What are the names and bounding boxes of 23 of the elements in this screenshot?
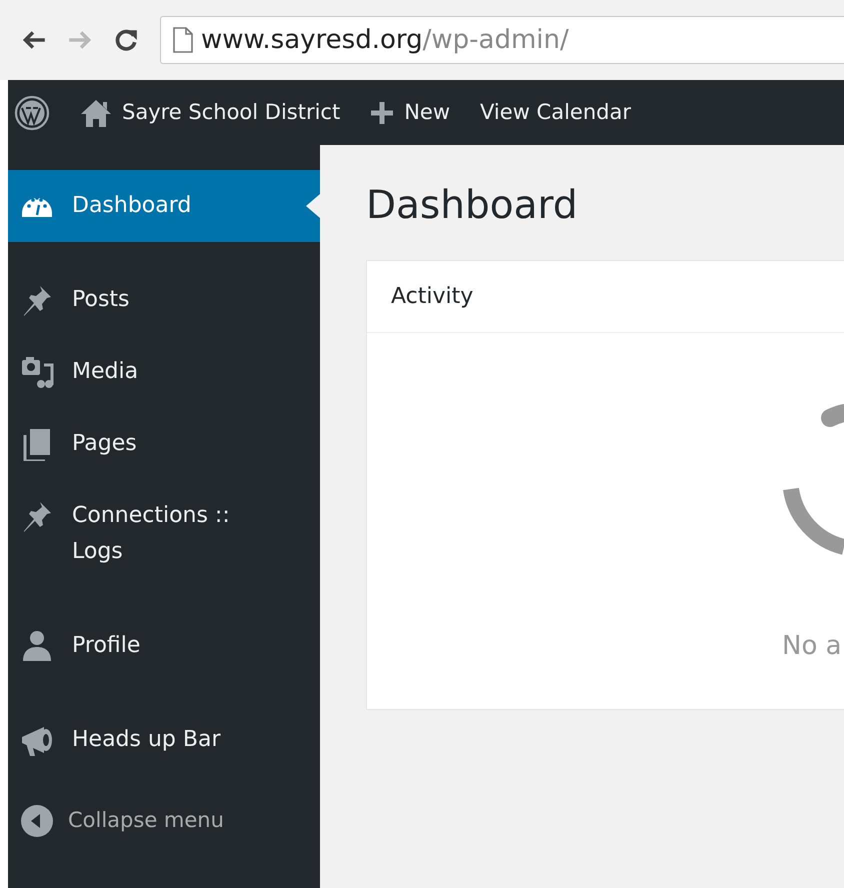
page-icon <box>173 27 193 53</box>
menu-item[interactable]: Dashboard <box>8 170 320 242</box>
url-text: www.sayresd.org/wp-admin/ <box>201 24 569 56</box>
new-link[interactable]: New <box>356 80 466 145</box>
collapse-menu-button[interactable]: Collapse menu <box>8 798 320 844</box>
menu-item[interactable]: Media <box>8 336 320 408</box>
menu-item[interactable]: Pages <box>8 408 320 480</box>
address-bar[interactable]: www.sayresd.org/wp-admin/ <box>160 16 844 64</box>
plus-icon <box>370 100 394 124</box>
reload-icon <box>113 27 139 53</box>
person-icon <box>20 629 54 663</box>
menu-item[interactable]: Connections :: Logs <box>8 480 320 588</box>
menu-item[interactable]: Heads up Bar <box>8 704 320 776</box>
media-icon <box>20 355 54 389</box>
wordpress-logo-icon[interactable] <box>14 94 50 130</box>
empty-message: No a <box>782 630 843 663</box>
page-title: Dashboard <box>366 183 579 230</box>
menu-item[interactable]: Profile <box>8 610 320 682</box>
home-icon <box>80 98 112 128</box>
widget-title: Activity <box>367 260 844 333</box>
calendar-link[interactable]: View Calendar <box>466 80 647 145</box>
site-link[interactable]: Sayre School District <box>66 80 356 145</box>
menu-item[interactable]: Posts <box>8 264 320 336</box>
